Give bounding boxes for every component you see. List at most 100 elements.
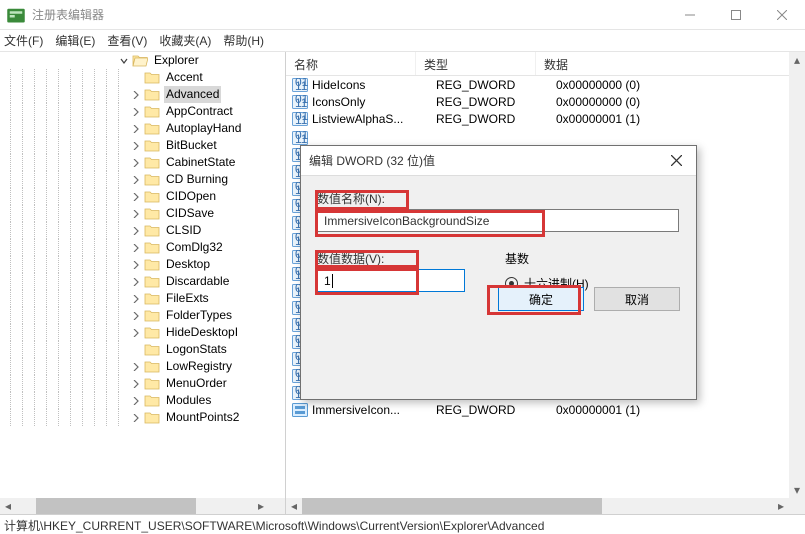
tree-item-label: MenuOrder: [164, 375, 229, 392]
menubar: 文件(F) 编辑(E) 查看(V) 收藏夹(A) 帮助(H): [0, 30, 805, 52]
cancel-button[interactable]: 取消: [594, 287, 680, 311]
menu-view[interactable]: 查看(V): [107, 32, 147, 49]
value-data-input[interactable]: 1: [317, 269, 465, 292]
tree-item[interactable]: AppContract: [0, 103, 285, 120]
tree-item[interactable]: MenuOrder: [0, 375, 285, 392]
chevron-right-icon[interactable]: [130, 363, 142, 371]
chevron-right-icon[interactable]: [130, 380, 142, 388]
list-v-scrollbar[interactable]: ▴ ▾: [789, 52, 805, 498]
tree-item[interactable]: LowRegistry: [0, 358, 285, 375]
tree-item[interactable]: AutoplayHand: [0, 120, 285, 137]
chevron-right-icon[interactable]: [130, 108, 142, 116]
ok-button[interactable]: 确定: [498, 287, 584, 311]
close-button[interactable]: [759, 0, 805, 30]
tree-item-label: Explorer: [152, 52, 201, 69]
col-type[interactable]: 类型: [416, 52, 536, 75]
folder-icon: [144, 207, 160, 220]
menu-edit[interactable]: 编辑(E): [55, 32, 95, 49]
chevron-right-icon[interactable]: [130, 244, 142, 252]
tree-item-label: CIDOpen: [164, 188, 218, 205]
list-row[interactable]: 011110HideIconsREG_DWORD0x00000000 (0): [286, 76, 805, 93]
tree-h-scrollbar[interactable]: ◂ ▸: [0, 498, 269, 514]
svg-text:110: 110: [295, 96, 308, 109]
list-h-scrollbar[interactable]: ◂ ▸: [286, 498, 789, 514]
list-row[interactable]: 011110IconsOnlyREG_DWORD0x00000000 (0): [286, 93, 805, 110]
chevron-right-icon[interactable]: [130, 278, 142, 286]
tree-h-scroll-thumb[interactable]: [36, 498, 196, 514]
chevron-right-icon[interactable]: [130, 142, 142, 150]
tree-item[interactable]: Modules: [0, 392, 285, 409]
tree-item-label: BitBucket: [164, 137, 219, 154]
chevron-right-icon[interactable]: [130, 261, 142, 269]
tree-item[interactable]: Desktop: [0, 256, 285, 273]
menu-favorites[interactable]: 收藏夹(A): [159, 32, 211, 49]
tree-item[interactable]: CIDSave: [0, 205, 285, 222]
maximize-button[interactable]: [713, 0, 759, 30]
tree-item-label: Desktop: [164, 256, 212, 273]
folder-icon: [144, 309, 160, 322]
tree-item-label: LogonStats: [164, 341, 229, 358]
svg-text:110: 110: [295, 132, 308, 145]
tree-item[interactable]: CD Burning: [0, 171, 285, 188]
cell-type: REG_DWORD: [428, 78, 548, 92]
folder-icon: [144, 258, 160, 271]
tree-item-label: CD Burning: [164, 171, 230, 188]
tree-item[interactable]: Discardable: [0, 273, 285, 290]
folder-icon: [144, 394, 160, 407]
value-data-label: 数值数据(V):: [317, 250, 465, 267]
value-name-input[interactable]: ImmersiveIconBackgroundSize: [317, 209, 679, 232]
chevron-right-icon[interactable]: [130, 295, 142, 303]
tree-item[interactable]: BitBucket: [0, 137, 285, 154]
tree-item[interactable]: CLSID: [0, 222, 285, 239]
tree-item-label: LowRegistry: [164, 358, 234, 375]
dialog-titlebar[interactable]: 编辑 DWORD (32 位)值: [301, 146, 696, 176]
folder-icon: [144, 411, 160, 424]
chevron-down-icon[interactable]: [118, 57, 130, 65]
chevron-right-icon[interactable]: [130, 329, 142, 337]
tree-item-label: CIDSave: [164, 205, 216, 222]
col-name[interactable]: 名称: [286, 52, 416, 75]
dialog-close-button[interactable]: [656, 146, 696, 176]
tree-item[interactable]: CIDOpen: [0, 188, 285, 205]
tree-item-label: CLSID: [164, 222, 203, 239]
chevron-right-icon[interactable]: [130, 176, 142, 184]
cell-data: 0x00000001 (1): [548, 112, 805, 126]
list-row[interactable]: ImmersiveIcon...REG_DWORD0x00000001 (1): [286, 401, 789, 418]
chevron-right-icon[interactable]: [130, 397, 142, 405]
chevron-right-icon[interactable]: [130, 312, 142, 320]
tree-item[interactable]: Advanced: [0, 86, 285, 103]
col-data[interactable]: 数据: [536, 52, 805, 75]
tree-item[interactable]: CabinetState: [0, 154, 285, 171]
tree-item[interactable]: FolderTypes: [0, 307, 285, 324]
chevron-right-icon[interactable]: [130, 210, 142, 218]
app-icon: [6, 5, 26, 25]
chevron-right-icon[interactable]: [130, 125, 142, 133]
menu-help[interactable]: 帮助(H): [223, 32, 264, 49]
list-h-scroll-thumb[interactable]: [302, 498, 602, 514]
chevron-right-icon[interactable]: [130, 227, 142, 235]
tree-item[interactable]: LogonStats: [0, 341, 285, 358]
cell-name: IconsOnly: [312, 95, 428, 109]
tree-item[interactable]: Accent: [0, 69, 285, 86]
chevron-right-icon[interactable]: [130, 159, 142, 167]
cell-data: 0x00000001 (1): [548, 403, 789, 417]
svg-text:110: 110: [295, 79, 308, 92]
minimize-button[interactable]: [667, 0, 713, 30]
tree-pane: ExplorerAccentAdvancedAppContractAutopla…: [0, 52, 286, 514]
tree-item[interactable]: ComDlg32: [0, 239, 285, 256]
tree-item[interactable]: HideDesktopI: [0, 324, 285, 341]
value-name-label: 数值名称(N):: [317, 190, 680, 207]
chevron-right-icon[interactable]: [130, 414, 142, 422]
chevron-right-icon[interactable]: [130, 193, 142, 201]
tree-item[interactable]: MountPoints2: [0, 409, 285, 426]
list-header: 名称 类型 数据: [286, 52, 805, 76]
window-title: 注册表编辑器: [32, 6, 104, 23]
chevron-right-icon[interactable]: [130, 91, 142, 99]
reg-dword-icon: [292, 403, 308, 417]
tree-item-label: Modules: [164, 392, 213, 409]
tree-item-root[interactable]: Explorer: [0, 52, 285, 69]
menu-file[interactable]: 文件(F): [4, 32, 43, 49]
tree-item-label: Discardable: [164, 273, 231, 290]
tree-item[interactable]: FileExts: [0, 290, 285, 307]
list-row[interactable]: 011110ListviewAlphaS...REG_DWORD0x000000…: [286, 110, 805, 127]
